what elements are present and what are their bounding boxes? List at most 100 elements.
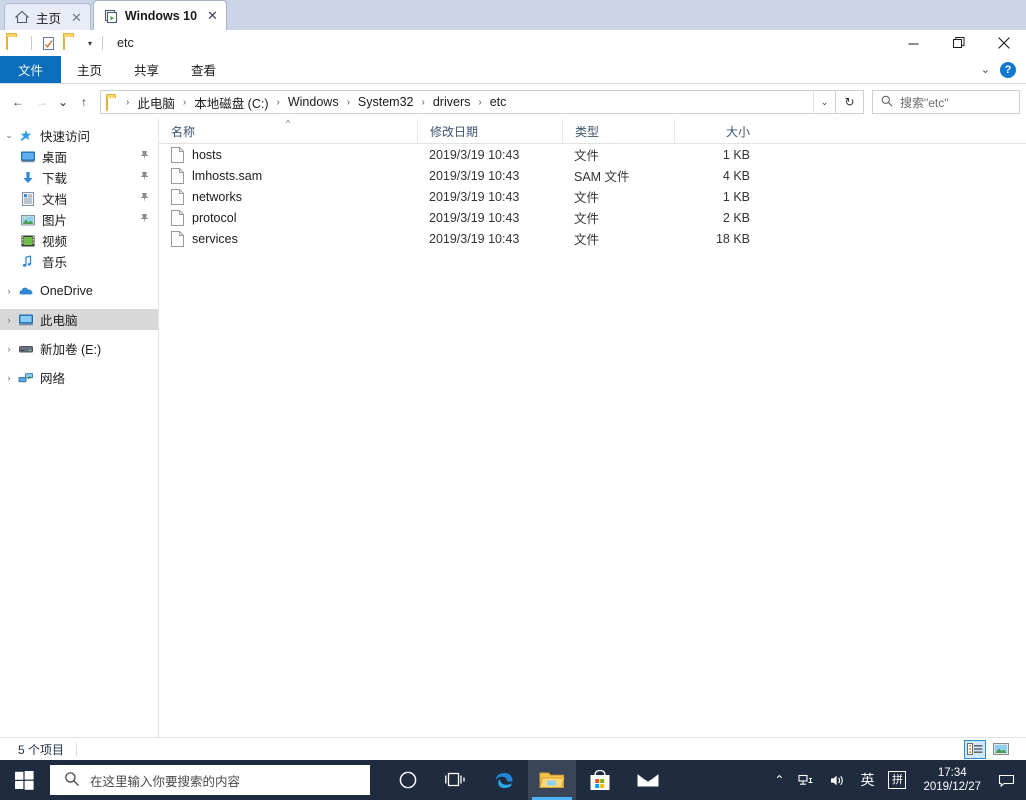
column-header-type[interactable]: 类型 (562, 119, 674, 144)
file-list-pane: ^ 名称 修改日期 类型 大小 (159, 119, 1026, 737)
qat-divider-2 (102, 36, 103, 50)
search-icon (64, 771, 80, 790)
chevron-right-icon[interactable]: › (0, 344, 18, 354)
properties-icon[interactable] (40, 35, 57, 52)
file-date-cell: 2019/3/19 10:43 (417, 207, 562, 228)
breadcrumb-item-0[interactable]: 此电脑 (135, 93, 177, 112)
pin-icon[interactable] (139, 150, 150, 164)
back-button[interactable]: ← (6, 90, 30, 114)
pin-icon[interactable] (139, 192, 150, 206)
sidebar-item-new-volume-e[interactable]: › 新加卷 (E:) (0, 338, 158, 359)
breadcrumb-separator-2[interactable]: › (271, 97, 286, 108)
tab-home-close-icon[interactable]: ✕ (71, 11, 82, 24)
pin-icon[interactable] (139, 213, 150, 227)
close-button[interactable] (981, 30, 1026, 56)
start-icon[interactable] (0, 760, 48, 800)
ime-mode-indicator[interactable]: 拼 (881, 760, 913, 800)
new-folder-icon[interactable] (63, 35, 80, 52)
microsoft-store-icon[interactable] (576, 760, 624, 800)
sidebar-item-videos[interactable]: 视频 (0, 230, 158, 251)
sidebar-spacer-2 (0, 301, 158, 309)
ribbon-tab-file[interactable]: 文件 (0, 56, 61, 83)
home-icon (14, 9, 30, 25)
details-view-icon[interactable] (964, 740, 986, 759)
sidebar-item-videos-label: 视频 (42, 231, 67, 250)
table-row[interactable]: services 2019/3/19 10:43 文件 18 KB (159, 228, 1026, 249)
table-row[interactable]: hosts 2019/3/19 10:43 文件 1 KB (159, 144, 1026, 165)
column-header-size[interactable]: 大小 (674, 119, 764, 144)
ime-language-indicator[interactable]: 英 (853, 760, 881, 800)
breadcrumb-item-4[interactable]: drivers (431, 95, 473, 109)
ime-mode-box: 拼 (888, 771, 906, 789)
sidebar-item-pictures[interactable]: 图片 (0, 209, 158, 230)
chevron-right-icon[interactable]: › (0, 373, 18, 383)
table-row[interactable]: networks 2019/3/19 10:43 文件 1 KB (159, 186, 1026, 207)
breadcrumb-separator-0[interactable]: › (120, 97, 135, 108)
file-size-cell: 4 KB (674, 165, 764, 186)
tray-overflow-icon[interactable]: ⌃ (767, 760, 791, 800)
table-row[interactable]: lmhosts.sam 2019/3/19 10:43 SAM 文件 4 KB (159, 165, 1026, 186)
taskbar-icons (384, 760, 672, 800)
breadcrumb-item-5[interactable]: etc (488, 95, 509, 109)
ribbon-tab-view[interactable]: 查看 (175, 56, 232, 83)
address-breadcrumb-box[interactable]: › 此电脑 › 本地磁盘 (C:) › Windows › System32 ›… (100, 90, 836, 114)
column-header-name[interactable]: ^ 名称 (159, 119, 417, 144)
mail-icon[interactable] (624, 760, 672, 800)
restore-button[interactable] (936, 30, 981, 56)
sidebar-item-this-pc[interactable]: › 此电脑 (0, 309, 158, 330)
folder-icon[interactable] (6, 35, 23, 52)
recent-locations-caret-icon[interactable]: ⌄ (54, 90, 72, 114)
sidebar-item-music[interactable]: 音乐 (0, 251, 158, 272)
help-icon[interactable]: ? (1000, 62, 1016, 78)
large-icons-view-icon[interactable] (990, 740, 1012, 759)
task-view-icon[interactable] (432, 760, 480, 800)
breadcrumb-item-2[interactable]: Windows (286, 95, 341, 109)
sidebar-item-desktop[interactable]: 桌面 (0, 146, 158, 167)
sidebar-item-onedrive[interactable]: › OneDrive (0, 280, 158, 301)
app-window-icon (103, 8, 119, 24)
file-explorer-icon[interactable] (528, 760, 576, 800)
pin-icon[interactable] (139, 171, 150, 185)
taskbar-search-box[interactable]: 在这里输入你要搜索的内容 (50, 765, 370, 795)
file-name-cell: networks (159, 186, 417, 207)
breadcrumb-separator-3[interactable]: › (341, 97, 356, 108)
file-type-cell: SAM 文件 (562, 165, 674, 186)
tab-windows-10[interactable]: Windows 10 ✕ (93, 0, 227, 30)
ribbon-tab-share[interactable]: 共享 (118, 56, 175, 83)
ribbon-tab-home[interactable]: 主页 (61, 56, 118, 83)
sidebar-item-documents[interactable]: 文档 (0, 188, 158, 209)
clock[interactable]: 17:34 2019/12/27 (913, 766, 991, 794)
address-dropdown-caret-icon[interactable]: ⌄ (813, 91, 835, 113)
chevron-right-icon[interactable]: › (0, 315, 18, 325)
breadcrumb-separator-5[interactable]: › (472, 97, 487, 108)
table-row[interactable]: protocol 2019/3/19 10:43 文件 2 KB (159, 207, 1026, 228)
refresh-button[interactable]: ↻ (836, 90, 864, 114)
chevron-down-icon[interactable]: ⌄ (0, 130, 18, 141)
minimize-button[interactable] (891, 30, 936, 56)
breadcrumb-separator-4[interactable]: › (416, 97, 431, 108)
tab-home[interactable]: 主页 ✕ (4, 3, 91, 30)
search-box[interactable]: 搜索"etc" (872, 90, 1020, 114)
edge-icon[interactable] (480, 760, 528, 800)
ribbon-tab-home-label: 主页 (77, 60, 102, 79)
taskbar-search-placeholder: 在这里输入你要搜索的内容 (90, 771, 240, 790)
breadcrumb-folder-icon[interactable] (106, 96, 120, 108)
breadcrumb-item-3[interactable]: System32 (356, 95, 416, 109)
breadcrumb-item-1[interactable]: 本地磁盘 (C:) (192, 93, 270, 112)
qat-customize-caret-icon[interactable]: ▾ (86, 39, 94, 48)
cortana-icon[interactable] (384, 760, 432, 800)
sidebar-item-downloads[interactable]: 下载 (0, 167, 158, 188)
sidebar-item-quick-access[interactable]: ⌄ 快速访问 (0, 125, 158, 146)
column-header-date-modified[interactable]: 修改日期 (417, 119, 562, 144)
network-tray-icon[interactable] (791, 760, 822, 800)
chevron-down-icon[interactable]: ⌄ (981, 63, 990, 76)
sidebar-item-network[interactable]: › 网络 (0, 367, 158, 388)
volume-tray-icon[interactable] (822, 760, 853, 800)
breadcrumb-separator-1[interactable]: › (177, 97, 192, 108)
action-center-icon[interactable] (991, 760, 1022, 800)
chevron-right-icon[interactable]: › (0, 286, 18, 296)
tab-windows-10-close-icon[interactable]: ✕ (207, 9, 218, 22)
ribbon-tab-share-label: 共享 (134, 60, 159, 79)
up-button[interactable]: ↑ (72, 90, 96, 114)
sidebar-item-desktop-label: 桌面 (42, 147, 67, 166)
